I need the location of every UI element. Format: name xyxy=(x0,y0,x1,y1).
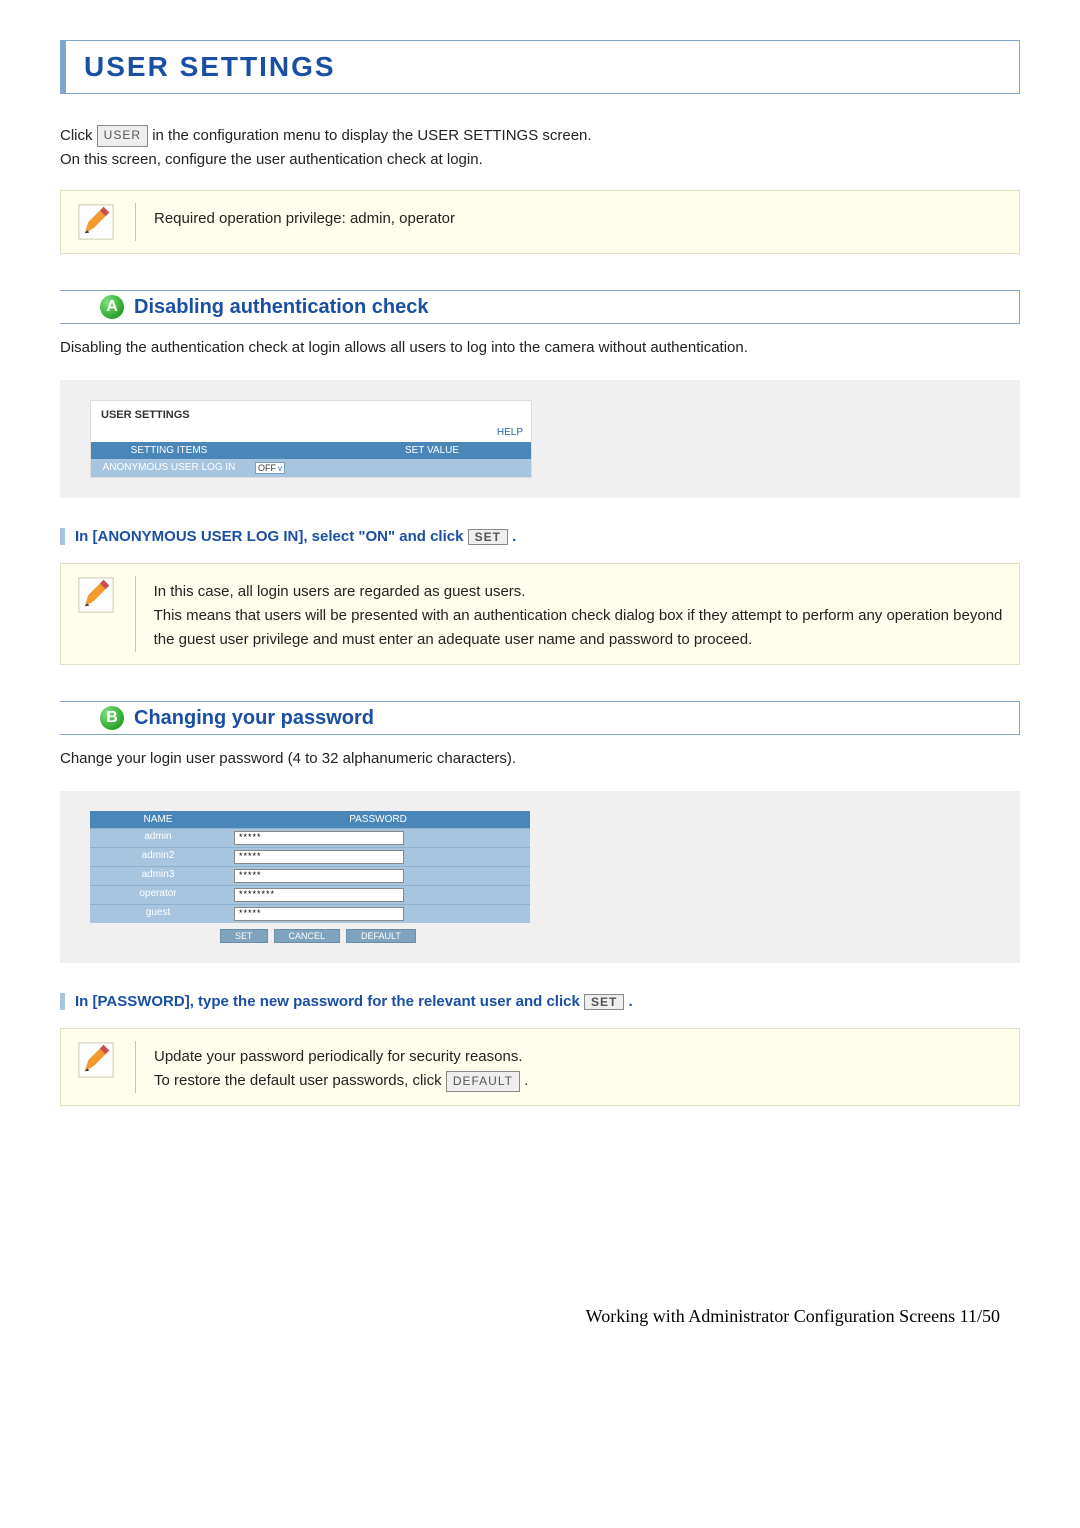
note-a-line2: This means that users will be presented … xyxy=(154,607,1003,648)
table-row: admin ***** xyxy=(90,828,530,847)
table-row: operator ******** xyxy=(90,885,530,904)
privilege-note: Required operation privilege: admin, ope… xyxy=(60,190,1020,254)
cancel-button[interactable]: CANCEL xyxy=(274,929,341,943)
password-field[interactable]: ***** xyxy=(234,869,404,883)
section-b-note-text: Update your password periodically for se… xyxy=(154,1041,528,1093)
user-name: admin2 xyxy=(90,848,226,866)
user-name: admin xyxy=(90,829,226,847)
help-link[interactable]: HELP xyxy=(91,427,531,442)
panel-header-row: SETTING ITEMS SET VALUE xyxy=(91,442,531,459)
table-row: admin2 ***** xyxy=(90,847,530,866)
section-a-instruction: In [ANONYMOUS USER LOG IN], select "ON" … xyxy=(60,528,1020,545)
note-b-line2-prefix: To restore the default user passwords, c… xyxy=(154,1072,442,1089)
password-field[interactable]: ***** xyxy=(234,850,404,864)
note-b-line2-suffix: . xyxy=(524,1072,528,1089)
default-button[interactable]: DEFAULT xyxy=(346,929,416,943)
note-pencil-icon xyxy=(77,203,115,241)
set-button[interactable]: SET xyxy=(220,929,268,943)
user-name: admin3 xyxy=(90,867,226,885)
privilege-text: Required operation privilege: admin, ope… xyxy=(154,203,455,231)
intro-suffix: in the configuration menu to display the… xyxy=(152,127,591,144)
user-name: guest xyxy=(90,905,226,923)
table-row: admin3 ***** xyxy=(90,866,530,885)
note-pencil-icon xyxy=(77,576,115,614)
set-button-ref[interactable]: SET xyxy=(584,994,624,1010)
intro-prefix: Click xyxy=(60,127,93,144)
col-password: PASSWORD xyxy=(226,811,530,828)
instr-b-prefix: In [PASSWORD], type the new password for… xyxy=(75,993,580,1010)
user-settings-panel: USER SETTINGS HELP SETTING ITEMS SET VAL… xyxy=(90,400,532,478)
note-pencil-icon xyxy=(77,1041,115,1079)
note-divider xyxy=(135,576,136,652)
page-title: USER SETTINGS xyxy=(84,51,336,82)
password-header-row: NAME PASSWORD xyxy=(90,811,530,828)
section-b-letter: B xyxy=(100,706,124,730)
col-name: NAME xyxy=(90,811,226,828)
note-divider xyxy=(135,203,136,241)
section-b-note: Update your password periodically for se… xyxy=(60,1028,1020,1106)
section-b-desc: Change your login user password (4 to 32… xyxy=(60,747,1020,771)
note-a-line1: In this case, all login users are regard… xyxy=(154,583,526,600)
section-b-title: Changing your password xyxy=(134,707,374,730)
table-row: guest ***** xyxy=(90,904,530,923)
intro-paragraph: Click USER in the configuration menu to … xyxy=(60,124,1020,172)
instr-b-suffix: . xyxy=(629,993,633,1010)
note-b-line1: Update your password periodically for se… xyxy=(154,1048,523,1065)
page-footer: Working with Administrator Configuration… xyxy=(60,1306,1020,1327)
section-b-instruction: In [PASSWORD], type the new password for… xyxy=(60,993,1020,1010)
instr-a-prefix: In [ANONYMOUS USER LOG IN], select "ON" … xyxy=(75,528,463,545)
user-menu-button[interactable]: USER xyxy=(97,125,148,146)
intro-line2: On this screen, configure the user authe… xyxy=(60,151,483,168)
section-a-header: A Disabling authentication check xyxy=(60,290,1020,324)
password-field[interactable]: ***** xyxy=(234,907,404,921)
password-field[interactable]: ******** xyxy=(234,888,404,902)
section-b-header: B Changing your password xyxy=(60,701,1020,735)
section-a-desc: Disabling the authentication check at lo… xyxy=(60,336,1020,360)
instr-a-suffix: . xyxy=(512,528,516,545)
set-button-ref[interactable]: SET xyxy=(468,529,508,545)
user-name: operator xyxy=(90,886,226,904)
col-setting-items: SETTING ITEMS xyxy=(91,442,247,459)
page-title-box: USER SETTINGS xyxy=(60,40,1020,94)
row-label: ANONYMOUS USER LOG IN xyxy=(91,459,247,477)
section-a-note: In this case, all login users are regard… xyxy=(60,563,1020,665)
password-button-row: SET CANCEL DEFAULT xyxy=(90,923,530,943)
section-a-title: Disabling authentication check xyxy=(134,296,429,319)
section-a-letter: A xyxy=(100,295,124,319)
section-a-note-text: In this case, all login users are regard… xyxy=(154,576,1003,652)
password-panel: NAME PASSWORD admin ***** admin2 ***** a… xyxy=(90,811,530,943)
panel-title: USER SETTINGS xyxy=(91,401,531,427)
note-divider xyxy=(135,1041,136,1093)
section-b-screenshot: NAME PASSWORD admin ***** admin2 ***** a… xyxy=(60,791,1020,963)
anonymous-login-row: ANONYMOUS USER LOG IN OFF xyxy=(91,459,531,477)
anonymous-login-select[interactable]: OFF xyxy=(255,462,285,474)
section-a-screenshot: USER SETTINGS HELP SETTING ITEMS SET VAL… xyxy=(60,380,1020,498)
default-button-ref[interactable]: DEFAULT xyxy=(446,1071,520,1092)
col-set-value: SET VALUE xyxy=(333,442,531,459)
password-field[interactable]: ***** xyxy=(234,831,404,845)
